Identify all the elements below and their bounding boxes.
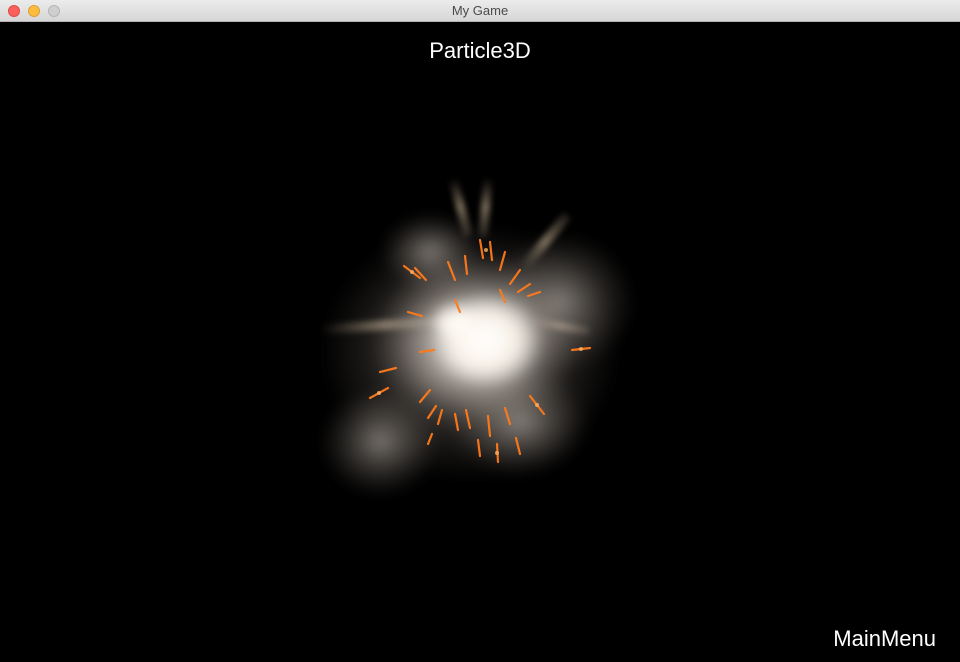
bright-core [430,302,480,342]
window-title: My Game [451,3,509,18]
spark-glow [377,391,381,395]
scene-title: Particle3D [429,38,531,63]
main-menu-button[interactable]: MainMenu [833,626,936,652]
spark-glow [495,451,499,455]
particle-explosion [319,176,635,497]
smoke-cloud [320,212,635,497]
spark-glow [410,270,414,274]
title-bar[interactable]: My Game [0,0,960,22]
spark-glow [579,347,583,351]
spark-glow [535,403,539,407]
spark-glow [484,248,488,252]
game-canvas[interactable]: Particle3D MainMenu [0,22,960,662]
game-window: My Game Particle3D MainMenu [0,0,960,662]
